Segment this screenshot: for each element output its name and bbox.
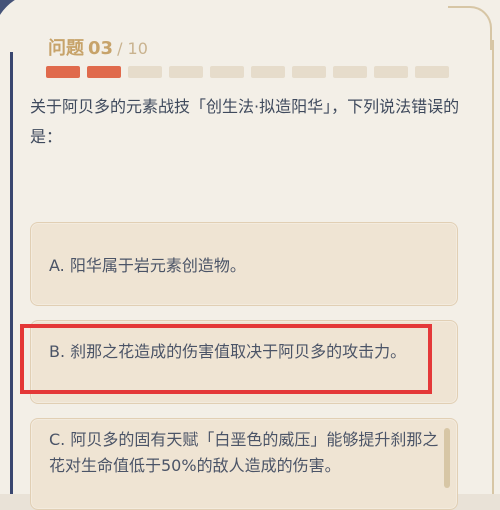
progress-segment xyxy=(374,66,408,78)
progress-segment xyxy=(251,66,285,78)
option-a-label: A. 阳华属于岩元素创造物。 xyxy=(49,256,246,275)
progress-segment xyxy=(87,66,121,78)
option-c-button[interactable]: C. 阿贝多的固有天赋「白垩色的威压」能够提升刹那之花对生命值低于50%的敌人造… xyxy=(30,418,458,510)
question-label: 问题 xyxy=(48,38,84,59)
scrollbar[interactable] xyxy=(444,428,450,488)
decorative-left-line xyxy=(10,52,13,494)
highlight-box xyxy=(20,324,432,394)
decorative-corner-top-right xyxy=(448,6,492,50)
option-c-label: C. 阿贝多的固有天赋「白垩色的威压」能够提升刹那之花对生命值低于50%的敌人造… xyxy=(49,430,439,475)
question-current-number: 03 xyxy=(88,38,114,59)
decorative-right-line xyxy=(492,40,494,494)
question-counter: 问题 03 / 10 xyxy=(48,34,148,60)
question-text: 关于阿贝多的元素战技「创生法·拟造阳华」，下列说法错误的是： xyxy=(30,97,460,146)
progress-segment xyxy=(128,66,162,78)
question-total: / 10 xyxy=(117,39,148,58)
progress-segment xyxy=(415,66,449,78)
progress-segment xyxy=(46,66,80,78)
progress-segment xyxy=(169,66,203,78)
progress-segment xyxy=(333,66,367,78)
progress-segment xyxy=(210,66,244,78)
quiz-frame: 问题 03 / 10 关于阿贝多的元素战技「创生法·拟造阳华」，下列说法错误的是… xyxy=(0,0,500,510)
progress-segment xyxy=(292,66,326,78)
option-a-button[interactable]: A. 阳华属于岩元素创造物。 xyxy=(30,222,458,306)
progress-bar xyxy=(46,66,449,78)
